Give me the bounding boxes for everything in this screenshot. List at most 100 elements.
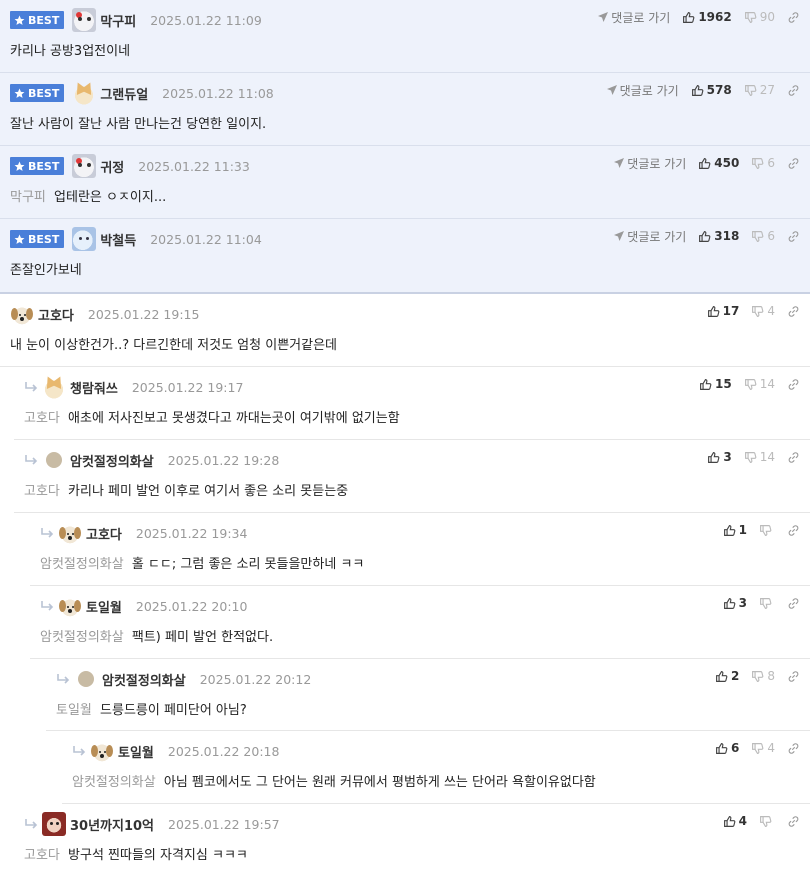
reply-arrow-icon [25, 819, 38, 829]
star-icon [14, 161, 25, 171]
dog-icon[interactable] [58, 521, 82, 545]
link-icon[interactable] [787, 11, 800, 24]
comment-author[interactable]: 고호다 [86, 524, 122, 543]
upvote-button[interactable]: 3 [707, 450, 732, 464]
comment-author[interactable]: 박철득 [100, 230, 136, 249]
best-badge-label: BEST [28, 159, 60, 173]
reply-arrow-icon [57, 674, 70, 684]
dot-icon[interactable] [78, 671, 94, 687]
goto-comment-link[interactable]: 댓글로 가기 [598, 9, 670, 26]
comment-author[interactable]: 고호다 [38, 305, 74, 324]
mention-author[interactable]: 암컷절정의화살 [40, 630, 124, 645]
upvote-button[interactable]: 6 [715, 741, 739, 755]
link-icon[interactable] [787, 84, 800, 97]
dot-icon[interactable] [46, 452, 62, 468]
comment-section: BEST 막구피 2025.01.22 11:09 댓글로 가기 1962 90… [0, 0, 810, 876]
comment-author[interactable]: 귀정 [100, 157, 124, 176]
downvote-button[interactable]: 90 [744, 10, 775, 24]
best-comment: BEST 그랜듀얼 2025.01.22 11:08 댓글로 가기 578 27… [0, 73, 810, 146]
link-icon[interactable] [787, 451, 800, 464]
dog-icon[interactable] [58, 594, 82, 618]
comment-author[interactable]: 토일월 [86, 597, 122, 616]
link-icon[interactable] [787, 524, 800, 537]
comment-author[interactable]: 챙람줘쓰 [70, 378, 118, 397]
mention-author[interactable]: 막구피 [10, 190, 46, 205]
comment: 고호다 2025.01.22 19:15 17 4 내 눈이 이상한건가..? … [0, 294, 810, 367]
comment-text: 존잘인가보네 [10, 263, 82, 278]
mention-author[interactable]: 암컷절정의화살 [40, 557, 124, 572]
comment-author[interactable]: 암컷절정의화살 [102, 670, 186, 689]
dog-icon[interactable] [10, 302, 34, 326]
downvote-button[interactable]: 14 [744, 450, 775, 464]
upvote-button[interactable]: 2 [715, 669, 739, 683]
downvote-button[interactable]: 14 [744, 377, 775, 391]
downvote-button[interactable]: 6 [751, 229, 775, 243]
comment-author[interactable]: 30년까지10억 [70, 815, 154, 834]
reply-arrow-icon [41, 601, 54, 611]
link-icon[interactable] [787, 157, 800, 170]
reply-arrow-icon [25, 455, 38, 465]
comment-author[interactable]: 토일월 [118, 742, 154, 761]
dog-icon[interactable] [90, 739, 114, 763]
upvote-count: 1 [738, 523, 747, 537]
downvote-button[interactable] [759, 815, 775, 828]
thumbs-up-icon [708, 451, 720, 463]
comment-author[interactable]: 막구피 [100, 11, 136, 30]
link-icon[interactable] [787, 815, 800, 828]
downvote-count: 90 [759, 10, 775, 24]
best-badge-label: BEST [28, 13, 60, 27]
seal-icon[interactable] [72, 154, 97, 178]
cat-icon[interactable] [42, 375, 66, 399]
upvote-button[interactable]: 578 [691, 83, 732, 97]
thumbs-down-icon [744, 84, 757, 96]
bear-icon[interactable] [42, 812, 66, 836]
ghost-icon[interactable] [72, 227, 97, 251]
link-icon[interactable] [787, 305, 800, 318]
thumbs-up-icon [707, 305, 720, 317]
mention-author[interactable]: 암컷절정의화살 [72, 775, 156, 790]
mention-author[interactable]: 고호다 [24, 411, 60, 426]
downvote-button[interactable]: 27 [744, 83, 775, 97]
comment-author[interactable]: 암컷절정의화살 [70, 451, 154, 470]
upvote-button[interactable]: 17 [707, 304, 739, 318]
thumbs-down-icon [760, 597, 772, 609]
link-icon[interactable] [787, 597, 800, 610]
mention-author[interactable]: 고호다 [24, 484, 60, 499]
link-icon[interactable] [787, 378, 800, 391]
upvote-button[interactable]: 4 [723, 814, 747, 828]
thumbs-up-icon [716, 742, 728, 754]
seal-icon[interactable] [72, 8, 97, 32]
link-icon[interactable] [787, 670, 800, 683]
upvote-button[interactable]: 15 [699, 377, 732, 391]
upvote-button[interactable]: 318 [698, 229, 739, 243]
upvote-button[interactable]: 1962 [682, 10, 732, 24]
downvote-count: 6 [767, 156, 775, 170]
thumbs-down-icon [752, 305, 764, 317]
upvote-button[interactable]: 1 [723, 523, 747, 537]
cat-icon[interactable] [72, 81, 97, 105]
downvote-button[interactable]: 4 [751, 741, 775, 755]
downvote-button[interactable]: 8 [751, 669, 775, 683]
comment-author[interactable]: 그랜듀얼 [100, 84, 148, 103]
comment-date: 2025.01.22 11:04 [150, 231, 262, 247]
link-icon[interactable] [787, 230, 800, 243]
thumbs-down-icon [752, 230, 764, 242]
best-badge: BEST [10, 157, 65, 175]
goto-comment-link[interactable]: 댓글로 가기 [614, 155, 686, 172]
comment-date: 2025.01.22 20:10 [135, 598, 248, 614]
upvote-count: 15 [715, 377, 732, 391]
goto-label: 댓글로 가기 [627, 229, 687, 244]
upvote-count: 1962 [698, 10, 732, 24]
downvote-button[interactable] [759, 597, 775, 610]
goto-comment-link[interactable]: 댓글로 가기 [606, 82, 679, 99]
downvote-button[interactable]: 6 [751, 156, 775, 170]
comment-text: 팩트) 페미 발언 한적없다. [131, 630, 274, 645]
mention-author[interactable]: 토일월 [56, 703, 92, 718]
downvote-button[interactable] [759, 524, 775, 537]
upvote-button[interactable]: 450 [698, 156, 739, 170]
downvote-button[interactable]: 4 [751, 304, 775, 318]
upvote-button[interactable]: 3 [723, 596, 747, 610]
mention-author[interactable]: 고호다 [24, 848, 60, 863]
goto-comment-link[interactable]: 댓글로 가기 [614, 228, 686, 245]
link-icon[interactable] [787, 742, 800, 755]
